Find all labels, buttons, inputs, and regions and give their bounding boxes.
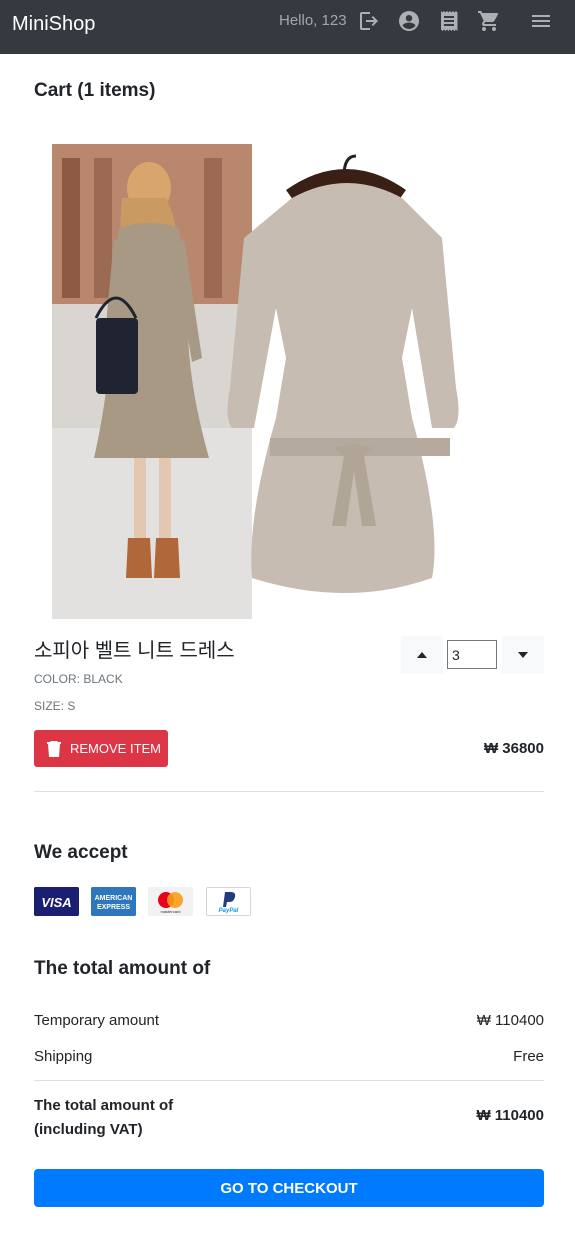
paypal-card-icon: PayPal bbox=[206, 887, 251, 916]
shipping-value: Free bbox=[513, 1048, 544, 1065]
mastercard-card-icon: mastercard bbox=[148, 887, 193, 916]
total-value: ₩ 110400 bbox=[476, 1107, 544, 1124]
svg-text:EXPRESS: EXPRESS bbox=[97, 904, 130, 911]
total-label-line2: (including VAT) bbox=[34, 1121, 143, 1138]
logout-icon[interactable] bbox=[357, 9, 381, 33]
summary-heading: The total amount of bbox=[34, 958, 211, 979]
user-greeting: Hello, 123 bbox=[279, 12, 347, 29]
product-size: SIZE: S bbox=[34, 699, 76, 713]
svg-text:VISA: VISA bbox=[41, 895, 71, 910]
shipping-label: Shipping bbox=[34, 1048, 93, 1065]
quantity-increase-button[interactable] bbox=[401, 636, 443, 674]
total-label-line1: The total amount of bbox=[34, 1097, 174, 1114]
product-color: COLOR: BLACK bbox=[34, 672, 123, 686]
checkout-button[interactable]: GO TO CHECKOUT bbox=[34, 1169, 544, 1207]
svg-text:AMERICAN: AMERICAN bbox=[95, 895, 133, 902]
svg-text:mastercard: mastercard bbox=[160, 909, 180, 914]
total-label: The total amount of (including VAT) bbox=[34, 1094, 234, 1142]
orders-icon[interactable] bbox=[437, 9, 461, 33]
cart-icon[interactable] bbox=[477, 9, 501, 33]
payment-heading: We accept bbox=[34, 842, 128, 863]
product-name[interactable]: 소피아 벨트 니트 드레스 bbox=[34, 634, 235, 663]
temporary-amount-value: ₩ 110400 bbox=[476, 1012, 544, 1029]
svg-text:PayPal: PayPal bbox=[219, 908, 239, 914]
remove-item-button[interactable]: REMOVE ITEM bbox=[34, 730, 168, 767]
temporary-amount-label: Temporary amount bbox=[34, 1012, 160, 1029]
divider bbox=[34, 791, 544, 792]
quantity-decrease-button[interactable] bbox=[502, 636, 544, 674]
product-image[interactable] bbox=[34, 128, 544, 623]
caret-down-icon bbox=[518, 652, 528, 658]
quantity-input[interactable] bbox=[447, 640, 497, 669]
remove-item-label: REMOVE ITEM bbox=[70, 741, 162, 756]
account-icon[interactable] bbox=[397, 9, 421, 33]
divider bbox=[34, 1080, 544, 1081]
navbar: MiniShop Hello, 123 bbox=[0, 0, 575, 54]
brand-logo[interactable]: MiniShop bbox=[12, 13, 95, 36]
cart-heading: Cart (1 items) bbox=[34, 80, 156, 101]
menu-icon[interactable] bbox=[529, 9, 553, 33]
visa-card-icon: VISA bbox=[34, 887, 79, 916]
caret-up-icon bbox=[417, 652, 427, 658]
amex-card-icon: AMERICAN EXPRESS bbox=[91, 887, 136, 916]
trash-icon bbox=[47, 740, 61, 757]
item-price: ₩ 36800 bbox=[483, 740, 544, 757]
